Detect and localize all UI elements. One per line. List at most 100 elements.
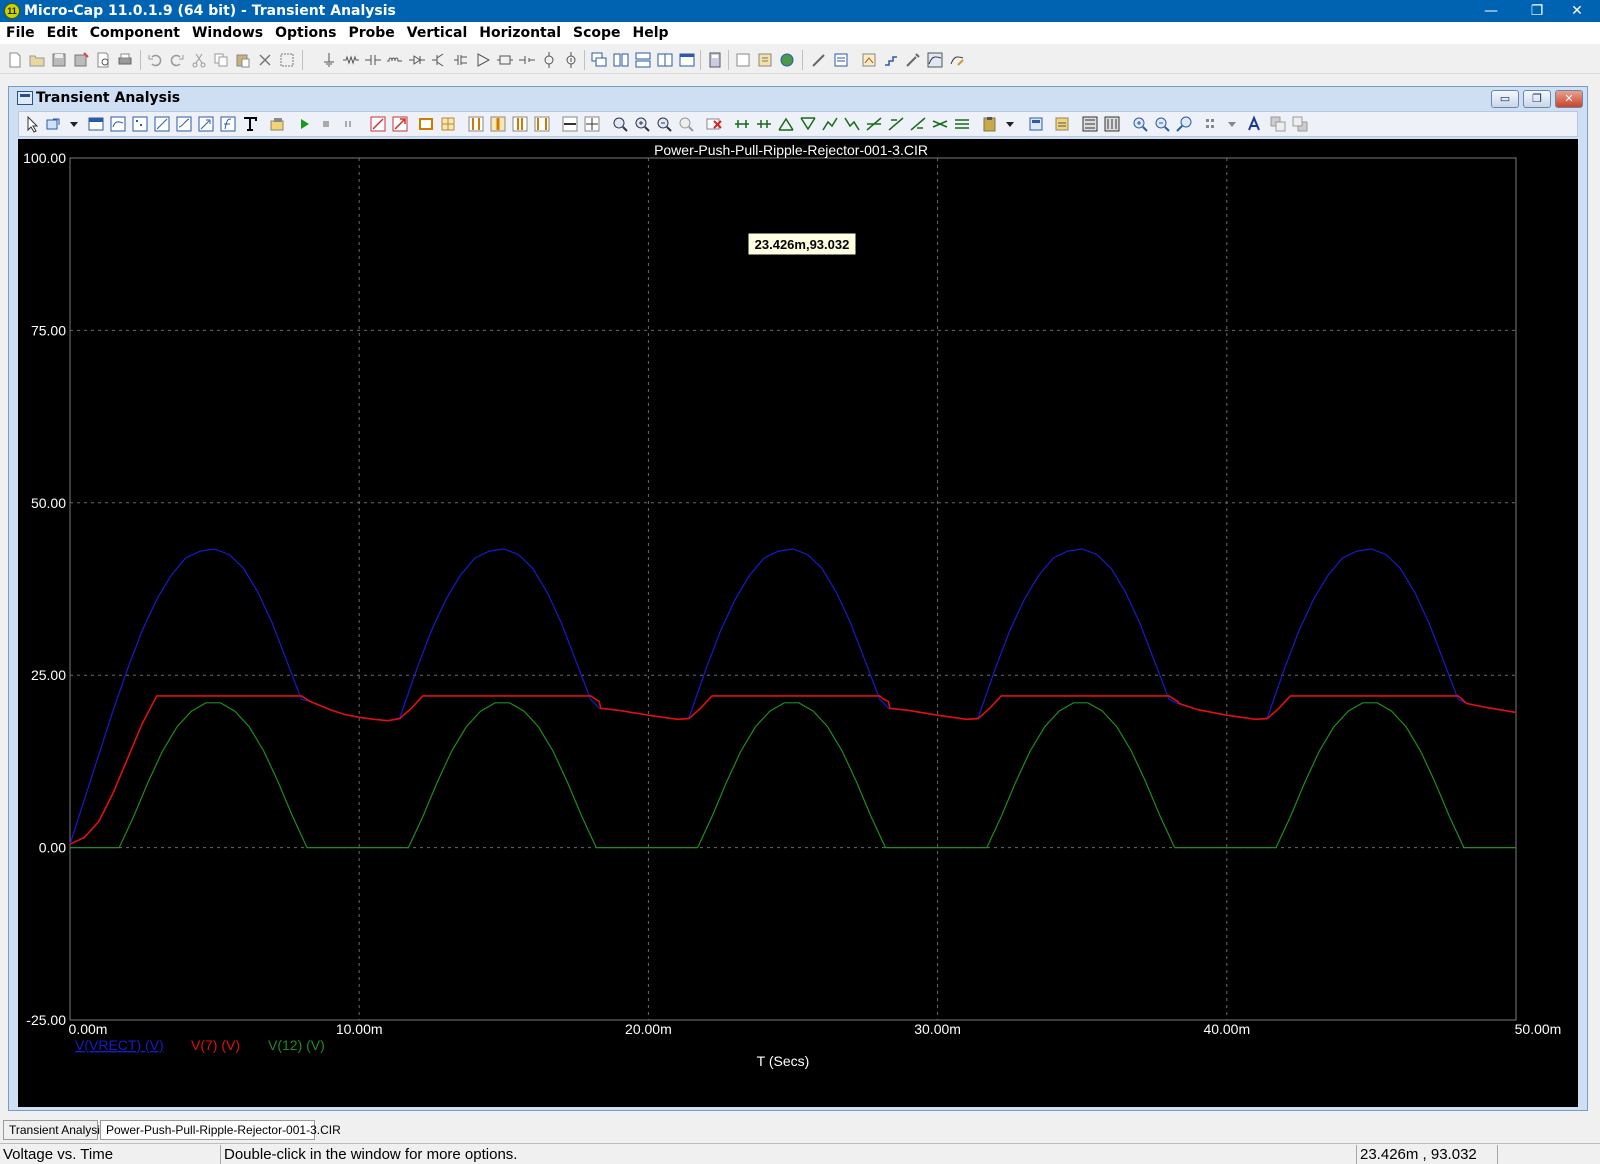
- arrow-draw-icon[interactable]: [197, 115, 215, 133]
- clipboard-dropdown-icon[interactable]: [1001, 115, 1019, 133]
- send-back-icon[interactable]: [1291, 115, 1309, 133]
- magnify-minus-icon[interactable]: [1153, 115, 1171, 133]
- stepping-icon[interactable]: [882, 51, 900, 69]
- calculator-icon[interactable]: [706, 51, 724, 69]
- valley-find-icon[interactable]: [799, 115, 817, 133]
- macro-icon[interactable]: [496, 51, 514, 69]
- transient-plot[interactable]: -25.00 0.00 25.00 50.00 75.00 100.00 0.00m 10.…: [18, 139, 1578, 1107]
- menu-component[interactable]: Component: [84, 22, 186, 44]
- edit-plot-icon[interactable]: [948, 51, 966, 69]
- save-icon[interactable]: [50, 51, 68, 69]
- overlap-windows-icon[interactable]: [656, 51, 674, 69]
- ruler-icon[interactable]: [1103, 115, 1121, 133]
- grid-dropdown-icon[interactable]: [1223, 115, 1241, 133]
- cursor-mode-3-icon[interactable]: [511, 115, 529, 133]
- capacitor-icon[interactable]: [364, 51, 382, 69]
- previous-simulation-icon[interactable]: [755, 115, 773, 133]
- undo-icon[interactable]: [146, 51, 164, 69]
- select-mode-icon[interactable]: [23, 115, 41, 133]
- component-library-icon[interactable]: [756, 51, 774, 69]
- delete-cursor-icon[interactable]: [705, 115, 723, 133]
- properties-icon[interactable]: [832, 51, 850, 69]
- opamp-icon[interactable]: [474, 51, 492, 69]
- menu-windows[interactable]: Windows: [186, 22, 269, 44]
- menu-vertical[interactable]: Vertical: [401, 22, 474, 44]
- battery-icon[interactable]: [518, 51, 536, 69]
- zoom-out-icon[interactable]: [655, 115, 673, 133]
- zoom-icon[interactable]: [611, 115, 629, 133]
- line-draw-icon[interactable]: [153, 115, 171, 133]
- bottom-find-icon[interactable]: [953, 115, 971, 133]
- analysis-limits-icon[interactable]: [860, 51, 878, 69]
- bring-front-icon[interactable]: [1269, 115, 1287, 133]
- window-icon[interactable]: [678, 51, 696, 69]
- voltage-source-icon[interactable]: [540, 51, 558, 69]
- plot-mode-icon[interactable]: [926, 51, 944, 69]
- numeric-output-icon[interactable]: [1027, 115, 1045, 133]
- peak-icon[interactable]: [369, 115, 387, 133]
- menu-horizontal[interactable]: Horizontal: [473, 22, 567, 44]
- zoom-in-icon[interactable]: [633, 115, 651, 133]
- menu-options[interactable]: Options: [269, 22, 342, 44]
- text-tool-icon[interactable]: [241, 115, 259, 133]
- delete-icon[interactable]: [256, 51, 274, 69]
- child-minimize-button[interactable]: ▭: [1491, 90, 1519, 108]
- tools-icon[interactable]: [904, 51, 922, 69]
- low-find-icon[interactable]: [843, 115, 861, 133]
- inductor-icon[interactable]: [386, 51, 404, 69]
- copy-icon[interactable]: [212, 51, 230, 69]
- vertical-tag-icon[interactable]: [583, 115, 601, 133]
- npn-transistor-icon[interactable]: [430, 51, 448, 69]
- stop-icon[interactable]: [317, 115, 335, 133]
- horizontal-tag-icon[interactable]: [561, 115, 579, 133]
- diode-icon[interactable]: [408, 51, 426, 69]
- cascade-windows-icon[interactable]: [590, 51, 608, 69]
- data-points-icon[interactable]: [1053, 115, 1071, 133]
- legend-entry-2[interactable]: V(7) (V): [191, 1037, 240, 1053]
- zoom-extent-icon[interactable]: [677, 115, 695, 133]
- legend-entry-1[interactable]: V(VRECT) (V): [75, 1037, 164, 1053]
- inflection-find-icon[interactable]: [865, 115, 883, 133]
- run-icon[interactable]: [295, 115, 313, 133]
- zoom-box-icon[interactable]: [417, 115, 435, 133]
- magnify-plus-icon[interactable]: [1131, 115, 1149, 133]
- plot-properties-icon[interactable]: [87, 115, 105, 133]
- minimize-button[interactable]: —: [1468, 0, 1514, 22]
- grid-options-icon[interactable]: [1203, 115, 1221, 133]
- graph-icon[interactable]: [131, 115, 149, 133]
- legend-entry-3[interactable]: V(12) (V): [268, 1037, 325, 1053]
- save-all-icon[interactable]: [72, 51, 90, 69]
- tile-horizontal-icon[interactable]: [634, 51, 652, 69]
- print-icon[interactable]: [116, 51, 134, 69]
- font-icon[interactable]: [1245, 115, 1263, 133]
- redo-icon[interactable]: [168, 51, 186, 69]
- close-button[interactable]: ✕: [1554, 0, 1600, 22]
- pan-icon[interactable]: [1175, 115, 1193, 133]
- tab-circuit-file[interactable]: Power-Push-Pull-Ripple-Rejector-001-3.CI…: [100, 1120, 341, 1140]
- top-find-icon[interactable]: [931, 115, 949, 133]
- menu-probe[interactable]: Probe: [342, 22, 400, 44]
- scale-mode-icon[interactable]: [45, 115, 63, 133]
- child-restore-button[interactable]: ❐: [1523, 90, 1551, 108]
- probe-icon[interactable]: [810, 51, 828, 69]
- next-simulation-icon[interactable]: [733, 115, 751, 133]
- add-curve-icon[interactable]: [109, 115, 127, 133]
- cursor-mode-2-icon[interactable]: [489, 115, 507, 133]
- high-find-icon[interactable]: [821, 115, 839, 133]
- menu-file[interactable]: File: [0, 22, 41, 44]
- child-close-button[interactable]: ✕: [1555, 90, 1583, 108]
- ellipse-draw-icon[interactable]: [175, 115, 193, 133]
- pause-icon[interactable]: [339, 115, 357, 133]
- current-source-icon[interactable]: [562, 51, 580, 69]
- tab-transient-analysis[interactable]: Transient Analysis: [3, 1120, 106, 1140]
- select-all-icon[interactable]: [278, 51, 296, 69]
- menu-help[interactable]: Help: [627, 22, 675, 44]
- menu-scope[interactable]: Scope: [567, 22, 627, 44]
- cursor-mode-1-icon[interactable]: [467, 115, 485, 133]
- cut-icon[interactable]: [190, 51, 208, 69]
- dropdown-arrow-icon[interactable]: [65, 115, 83, 133]
- mosfet-icon[interactable]: [452, 51, 470, 69]
- peak-find-icon[interactable]: [777, 115, 795, 133]
- global-low-icon[interactable]: [909, 115, 927, 133]
- valley-icon[interactable]: [391, 115, 409, 133]
